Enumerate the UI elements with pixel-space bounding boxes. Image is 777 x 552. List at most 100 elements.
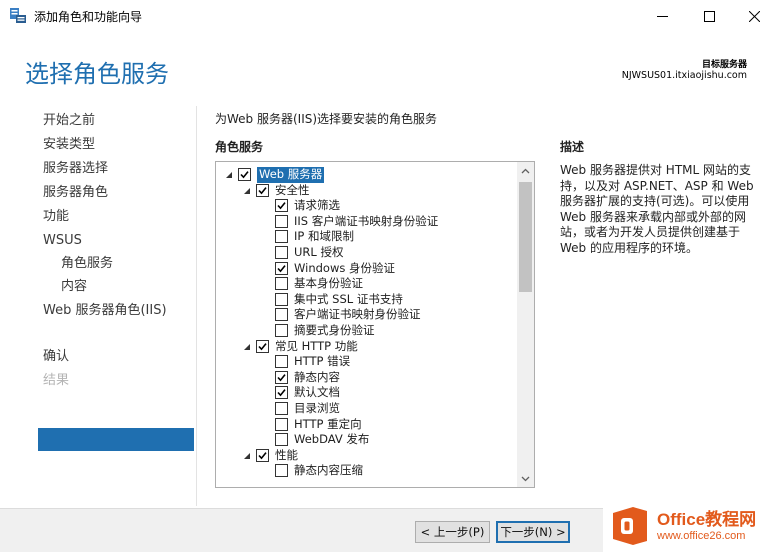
checkbox[interactable] — [275, 230, 288, 244]
checkbox[interactable] — [275, 386, 288, 400]
tree-item[interactable]: Windows 身份验证 — [216, 261, 516, 277]
target-server-name: NJWSUS01.itxiaojishu.com — [621, 70, 747, 81]
checkbox[interactable] — [275, 355, 288, 369]
tree-item-label: WebDAV 发布 — [294, 432, 370, 447]
nav-item[interactable]: 内容 — [61, 276, 87, 298]
scroll-thumb[interactable] — [519, 182, 532, 292]
expand-triangle-icon[interactable] — [224, 170, 234, 180]
nav-item[interactable]: 角色服务 — [61, 323, 113, 345]
maximize-icon — [703, 10, 715, 22]
checkbox[interactable] — [275, 246, 288, 259]
next-button[interactable]: 下一步(N) > — [496, 521, 570, 543]
tree-item[interactable]: 集中式 SSL 证书支持 — [216, 292, 516, 308]
page-title: 选择角色服务 — [25, 60, 169, 88]
tree-item-label: 基本身份验证 — [294, 276, 363, 291]
title-bar: 添加角色和功能向导 — [0, 0, 777, 32]
tree-item-label: 请求筛选 — [294, 198, 340, 213]
expand-triangle-icon[interactable] — [242, 451, 252, 461]
chevron-up-icon — [521, 168, 530, 173]
tree-item[interactable]: IIS 客户端证书映射身份验证 — [216, 214, 516, 230]
tree-item-label: 默认文档 — [294, 385, 340, 400]
nav-active-highlight — [38, 428, 194, 451]
checkbox[interactable] — [275, 292, 288, 306]
checkbox[interactable] — [275, 402, 288, 415]
tree-item[interactable]: 性能 — [216, 448, 516, 464]
nav-item[interactable]: 功能 — [43, 206, 69, 228]
previous-button[interactable]: < 上一步(P) — [415, 521, 490, 543]
tree-item[interactable]: WebDAV 发布 — [216, 432, 516, 448]
window-title: 添加角色和功能向导 — [34, 10, 143, 24]
expand-triangle-icon[interactable] — [242, 342, 252, 352]
close-button[interactable] — [731, 0, 777, 32]
expand-triangle-icon[interactable] — [242, 186, 252, 196]
tree-item-label: URL 授权 — [294, 245, 344, 259]
checkbox[interactable] — [256, 183, 269, 197]
nav-item[interactable]: 安装类型 — [43, 134, 95, 156]
nav-item[interactable]: 确认 — [43, 346, 69, 368]
wizard-nav: 开始之前 安装类型 服务器选择 服务器角色 功能 WSUS 角色服务 内容 Web 服务器角色(… — [0, 106, 196, 506]
nav-item: 结果 — [43, 373, 70, 388]
checkbox[interactable] — [275, 370, 288, 384]
watermark-brand: Office教程网 — [657, 509, 757, 529]
tree-item[interactable]: 默认文档 — [216, 385, 516, 401]
checkbox[interactable] — [275, 433, 288, 447]
checkbox[interactable] — [275, 261, 288, 275]
checkbox[interactable] — [275, 308, 288, 322]
watermark: Office教程网 www.office26.com — [603, 500, 777, 552]
checkbox[interactable] — [275, 324, 288, 337]
tree-item[interactable]: IP 和域限制 — [216, 229, 516, 245]
tree-item-label: HTTP 错误 — [294, 354, 351, 369]
tree-item[interactable]: 客户端证书映射身份验证 — [216, 307, 516, 323]
scroll-down-button[interactable] — [517, 470, 534, 487]
checkbox[interactable] — [238, 168, 251, 181]
nav-item[interactable]: 服务器选择 — [43, 158, 108, 180]
tree-item-label: HTTP 重定向 — [294, 416, 362, 431]
nav-item[interactable]: WSUS — [43, 230, 82, 252]
tree-item-label: IIS 客户端证书映射身份验证 — [294, 213, 439, 228]
checkbox[interactable] — [275, 464, 288, 478]
nav-item[interactable]: 服务器角色 — [43, 182, 108, 204]
office-logo-icon — [609, 505, 651, 547]
tree-item[interactable]: HTTP 重定向 — [216, 417, 516, 433]
tree-item[interactable]: 常见 HTTP 功能 — [216, 339, 516, 355]
tree-item-label: Web 服务器 — [257, 167, 325, 183]
nav-item[interactable]: Web 服务器角色(IIS) — [43, 300, 167, 322]
tree-item-label: 常见 HTTP 功能 — [275, 338, 358, 353]
tree-item[interactable]: 基本身份验证 — [216, 276, 516, 292]
tree-item[interactable]: 摘要式身份验证 — [216, 323, 516, 339]
close-icon — [748, 10, 760, 22]
tree-item[interactable]: 请求筛选 — [216, 198, 516, 214]
tree-scrollbar[interactable] — [517, 162, 534, 487]
watermark-url: www.office26.com — [657, 529, 746, 542]
chevron-down-icon — [521, 476, 530, 481]
target-server-label: 目标服务器 — [701, 60, 747, 70]
tree-item-label: 目录浏览 — [294, 401, 340, 415]
nav-item[interactable]: 开始之前 — [43, 110, 95, 132]
maximize-button[interactable] — [686, 0, 732, 32]
tree-item[interactable]: HTTP 错误 — [216, 354, 516, 370]
role-services-heading: 角色服务 — [215, 140, 264, 154]
scroll-up-button[interactable] — [517, 162, 534, 179]
tree-item-label: IP 和域限制 — [294, 229, 354, 244]
tree-item-label: 集中式 SSL 证书支持 — [294, 291, 403, 306]
checkbox[interactable] — [275, 417, 288, 431]
role-services-tree[interactable]: Web 服务器 安全性 请求筛选 IIS 客户端证书映射身份验证 IP 和域限制 URL … — [215, 161, 535, 488]
tree-item[interactable]: Web 服务器 — [216, 167, 516, 183]
checkbox[interactable] — [256, 448, 269, 462]
checkbox[interactable] — [275, 214, 288, 228]
tree-item[interactable]: 静态内容 — [216, 370, 516, 386]
tree-item[interactable]: 静态内容压缩 — [216, 463, 516, 479]
checkbox[interactable] — [275, 277, 288, 291]
checkbox[interactable] — [256, 339, 269, 353]
tree-item[interactable]: 目录浏览 — [216, 401, 516, 417]
nav-item[interactable]: 角色服务 — [61, 253, 113, 275]
minimize-icon — [656, 15, 668, 17]
minimize-button[interactable] — [639, 0, 685, 32]
instruction-text: 为Web 服务器(IIS)选择要安装的角色服务 — [215, 112, 438, 126]
nav-divider — [196, 106, 197, 506]
tree-item[interactable]: 安全性 — [216, 183, 516, 199]
checkbox[interactable] — [275, 199, 288, 213]
tree-item[interactable]: URL 授权 — [216, 245, 516, 261]
tree-item-label: Windows 身份验证 — [294, 260, 395, 275]
tree-item-label: 安全性 — [275, 182, 310, 197]
